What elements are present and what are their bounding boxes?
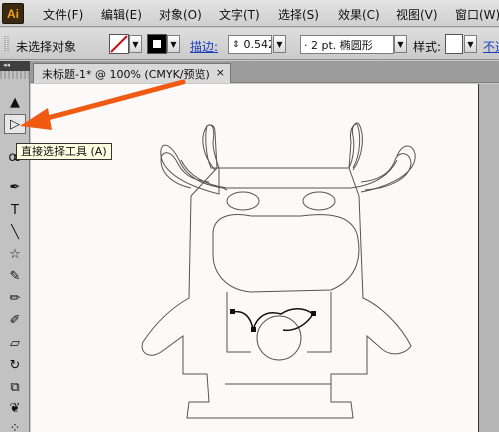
no-fill-icon	[110, 35, 128, 53]
cow-right-eye	[302, 191, 336, 211]
menu-effect[interactable]: 效果(C)	[338, 6, 380, 23]
stroke-weight-dropdown[interactable]: ▼	[273, 35, 286, 53]
menu-file[interactable]: 文件(F)	[43, 6, 83, 23]
brush-definition-value: · 2 pt. 椭圆形	[304, 38, 373, 52]
fill-swatch[interactable]	[109, 34, 129, 54]
stroke-weight-stepper[interactable]: ⇕ 0.542	[228, 35, 272, 54]
menu-object[interactable]: 对象(O)	[159, 6, 202, 23]
graphic-style-swatch[interactable]	[445, 34, 463, 54]
anchor-point[interactable]	[230, 309, 235, 314]
pasteboard	[480, 84, 499, 432]
menu-select[interactable]: 选择(S)	[278, 6, 319, 23]
cow-inner-torso	[226, 292, 332, 353]
cow-left-eye	[226, 191, 260, 211]
stroke-weight-value: 0.542	[243, 38, 272, 51]
cow-muzzle	[212, 214, 360, 293]
stepper-arrows-icon: ⇕	[232, 39, 240, 50]
rotate-tool-icon[interactable]: ↻	[4, 355, 26, 375]
brush-dropdown-button[interactable]: ▼	[394, 35, 407, 53]
line-tool-icon[interactable]: ╲	[4, 222, 26, 242]
star-tool-icon[interactable]: ☆	[4, 244, 26, 264]
anchor-point[interactable]	[311, 311, 316, 316]
stroke-inner	[153, 40, 161, 48]
blob-brush-tool-icon[interactable]: ✐	[4, 310, 26, 330]
cow-torso-outline	[141, 167, 412, 419]
stroke-dropdown-button[interactable]: ▼	[167, 35, 180, 53]
symbol-sprayer-tool-icon[interactable]: ⁘	[4, 418, 26, 432]
stroke-swatch[interactable]	[147, 34, 167, 54]
selected-path	[232, 308, 314, 332]
menu-type[interactable]: 文字(T)	[219, 6, 260, 23]
pencil-tool-icon[interactable]: ✏	[4, 288, 26, 308]
anchor-point[interactable]	[251, 327, 256, 332]
cow-belly-circle	[256, 315, 302, 361]
fill-dropdown-button[interactable]: ▼	[129, 35, 142, 53]
menu-edit[interactable]: 编辑(E)	[101, 6, 142, 23]
type-tool-icon[interactable]: T	[4, 200, 26, 220]
close-icon[interactable]: ×	[216, 66, 225, 79]
selection-status: 未选择对象	[16, 40, 77, 54]
menu-view[interactable]: 视图(V)	[396, 6, 438, 23]
app-logo: Ai	[2, 3, 24, 24]
control-bar: 未选择对象 ▼ ▼ 描边: ⇕ 0.542 ▼ · 2 pt. 椭圆形 ▼ 样式…	[0, 28, 499, 60]
style-label: 样式:	[413, 40, 442, 54]
warp-tool-icon[interactable]: ❦	[4, 398, 26, 418]
tool-tooltip: 直接选择工具 (A)	[16, 143, 112, 160]
opacity-label-link[interactable]: 不透	[483, 38, 499, 55]
annotation-arrow	[20, 79, 186, 130]
style-dropdown-button[interactable]: ▼	[464, 35, 477, 53]
brush-definition-field[interactable]: · 2 pt. 椭圆形	[300, 35, 394, 54]
scale-tool-icon[interactable]: ⧉	[4, 377, 26, 397]
paintbrush-tool-icon[interactable]: ✎	[4, 266, 26, 286]
panel-grip-icon	[4, 36, 9, 52]
eraser-tool-icon[interactable]: ▱	[4, 333, 26, 353]
pen-tool-icon[interactable]: ✒	[4, 177, 26, 197]
menu-bar: Ai 文件(F) 编辑(E) 对象(O) 文字(T) 选择(S) 效果(C) 视…	[0, 0, 499, 27]
menu-window[interactable]: 窗口(W)	[455, 6, 499, 23]
stroke-label-link[interactable]: 描边:	[190, 38, 218, 55]
